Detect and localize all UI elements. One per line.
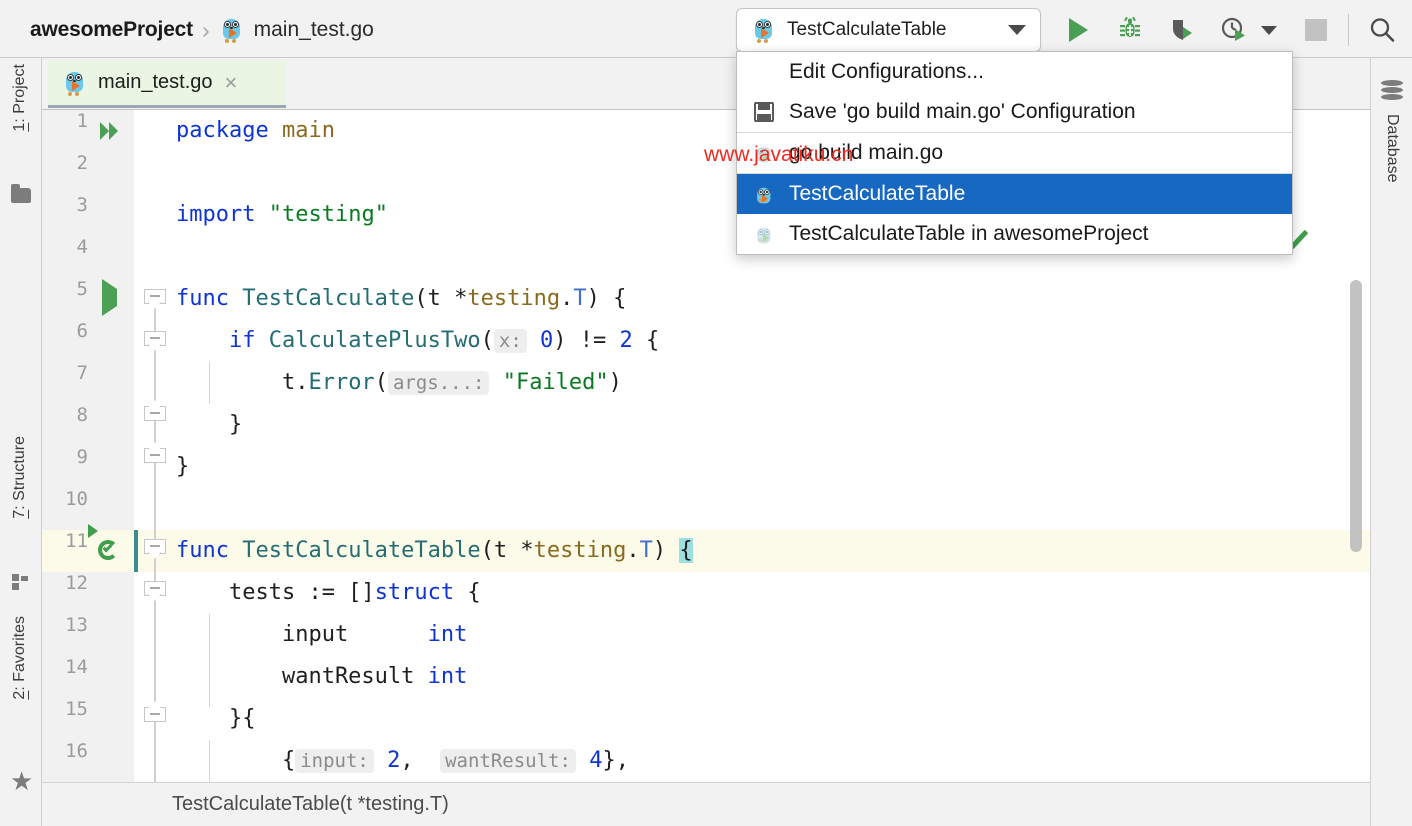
line-number: 7 [77, 362, 88, 384]
line-number: 2 [77, 152, 88, 174]
code-line: func TestCalculate(t *testing.T) { [176, 278, 1370, 320]
line-number: 5 [77, 278, 88, 300]
line-number: 3 [77, 194, 88, 216]
menu-item-label: Save 'go build main.go' Configuration [789, 100, 1136, 124]
fold-marker-expanded[interactable] [144, 539, 166, 559]
line-number: 1 [77, 110, 88, 132]
sidebar-item-structure[interactable]: 7: Structure [11, 436, 29, 519]
editor-fold-column[interactable] [134, 110, 176, 782]
code-line [176, 488, 1370, 530]
breadcrumb: awesomeProject › main_test.go [30, 14, 374, 46]
breadcrumb-project[interactable]: awesomeProject [30, 18, 193, 42]
status-bar-breadcrumb: TestCalculateTable(t *testing.T) [172, 793, 449, 816]
sidebar-item-project-label: : Project [11, 64, 28, 123]
clock-play-icon [1220, 16, 1248, 44]
editor-gutter[interactable]: 1 2 3 4 5 6 7 8 9 10 11 12 13 14 15 16 [42, 110, 134, 782]
code-line: input int [176, 614, 1370, 656]
watermark: www.javatiku.cn [704, 143, 853, 167]
line-number: 16 [65, 740, 88, 762]
editor-vertical-scrollbar[interactable] [1350, 280, 1362, 552]
line-number: 8 [77, 404, 88, 426]
sidebar-item-favorites[interactable]: 2: Favorites [11, 616, 29, 700]
code-line: }{ [176, 698, 1370, 740]
go-test-icon [751, 181, 777, 207]
stop-square-icon [1305, 19, 1327, 41]
run-test-icon[interactable] [102, 289, 117, 307]
ide-window: awesomeProject › main_test.go TestCalcul… [0, 0, 1412, 826]
sidebar-item-database-label: Database [1384, 114, 1401, 183]
go-file-icon [62, 70, 88, 96]
code-line: func TestCalculateTable(t *testing.T) { [176, 530, 1370, 572]
search-icon [1367, 15, 1397, 45]
toolbar-divider [1348, 14, 1349, 46]
code-line: tests := []struct { [176, 572, 1370, 614]
go-run-pale-icon [751, 221, 777, 247]
code-line: if CalculatePlusTwo(x: 0) != 2 { [176, 320, 1370, 362]
close-icon[interactable]: × [225, 72, 238, 94]
line-number: 13 [65, 614, 88, 636]
code-line: t.Error(args...: "Failed") [176, 362, 1370, 404]
menu-item-label: TestCalculateTable [789, 182, 965, 206]
menu-item-save-configuration[interactable]: Save 'go build main.go' Configuration [737, 92, 1292, 132]
sidebar-item-favorites-label: : Favorites [11, 616, 28, 691]
run-button[interactable] [1056, 8, 1100, 52]
save-icon [751, 99, 777, 125]
menu-item-label: TestCalculateTable in awesomeProject [789, 222, 1149, 246]
menu-item-label: Edit Configurations... [789, 60, 984, 84]
fold-marker-expanded[interactable] [144, 331, 166, 351]
bug-icon [1116, 16, 1144, 44]
line-number: 12 [65, 572, 88, 594]
menu-item-edit-configurations[interactable]: Edit Configurations... [737, 52, 1292, 92]
left-tool-window-bar: 1: Project 7: Structure 2: Favorites ★ [0, 58, 42, 826]
code-line: } [176, 404, 1370, 446]
folder-icon [11, 188, 31, 203]
editor-tab-main-test-go[interactable]: main_test.go × [48, 60, 286, 108]
breadcrumb-separator: › [202, 17, 210, 44]
line-number: 9 [77, 446, 88, 468]
right-tool-window-bar: Database [1370, 58, 1412, 826]
go-file-icon [219, 17, 245, 43]
structure-icon [12, 574, 30, 590]
line-number: 6 [77, 320, 88, 342]
run-coverage-button[interactable] [1160, 8, 1204, 52]
shield-play-icon [1168, 16, 1196, 44]
code-line: wantResult int [176, 656, 1370, 698]
play-icon [1069, 18, 1088, 42]
fold-marker-end[interactable] [144, 448, 166, 468]
modified-line-marker [134, 530, 138, 572]
editor-tab-label: main_test.go [98, 71, 213, 94]
breadcrumb-file[interactable]: main_test.go [254, 18, 374, 42]
fold-marker-expanded[interactable] [144, 581, 166, 601]
go-test-icon [751, 17, 777, 43]
search-button[interactable] [1360, 8, 1404, 52]
line-number: 15 [65, 698, 88, 720]
line-number: 11 [65, 530, 88, 552]
menu-item-testcalculatetable-in-awesomeproject[interactable]: TestCalculateTable in awesomeProject [737, 214, 1292, 254]
fold-marker-end[interactable] [144, 406, 166, 426]
line-number: 14 [65, 656, 88, 678]
fold-marker-expanded[interactable] [144, 289, 166, 309]
profile-dropdown-button[interactable] [1252, 8, 1286, 52]
sidebar-item-database[interactable]: Database [1383, 114, 1401, 183]
run-configuration-selector[interactable]: TestCalculateTable [736, 8, 1041, 52]
main-toolbar: awesomeProject › main_test.go TestCalcul… [0, 0, 1412, 58]
fold-marker-end[interactable] [144, 707, 166, 727]
stop-button[interactable] [1294, 8, 1338, 52]
menu-item-testcalculatetable[interactable]: TestCalculateTable [737, 174, 1292, 214]
sidebar-item-structure-label: : Structure [11, 436, 28, 510]
status-bar: TestCalculateTable(t *testing.T) [42, 782, 1370, 826]
menu-item-icon-placeholder [751, 59, 777, 85]
code-line: {input: 2, wantResult: 4}, [176, 740, 1370, 782]
database-icon [1381, 80, 1403, 102]
star-icon: ★ [10, 768, 33, 794]
line-number: 10 [65, 488, 88, 510]
code-line: } [176, 446, 1370, 488]
chevron-down-icon [1261, 26, 1277, 35]
debug-button[interactable] [1108, 8, 1152, 52]
line-number: 4 [77, 236, 88, 258]
chevron-down-icon [1008, 25, 1026, 35]
profile-button[interactable] [1212, 8, 1256, 52]
run-configuration-label: TestCalculateTable [787, 19, 998, 41]
sidebar-item-project[interactable]: 1: Project [11, 64, 29, 132]
